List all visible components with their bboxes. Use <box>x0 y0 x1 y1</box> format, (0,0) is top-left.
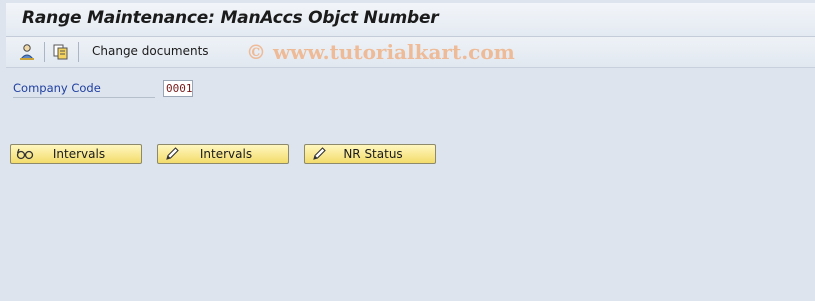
pencil-edit-icon <box>162 146 182 162</box>
pencil-edit-icon <box>309 146 329 162</box>
title-bar: Range Maintenance: ManAccs Objct Number <box>6 3 815 37</box>
person-icon-button[interactable] <box>16 41 38 63</box>
sap-window: Range Maintenance: ManAccs Objct Number … <box>0 0 815 301</box>
copy-icon <box>53 44 68 60</box>
company-code-label: Company Code <box>13 81 155 98</box>
toolbar-separator <box>44 42 45 62</box>
page-title: Range Maintenance: ManAccs Objct Number <box>22 8 439 28</box>
nr-status-button[interactable]: NR Status <box>304 144 436 164</box>
intervals-change-button[interactable]: Intervals <box>157 144 289 164</box>
main-content: Company Code 0001 Intervals Intervals NR… <box>6 68 815 301</box>
intervals-display-label: Intervals <box>52 147 106 161</box>
nr-status-label: NR Status <box>343 147 403 161</box>
copy-icon-button[interactable] <box>50 41 72 63</box>
toolbar-separator <box>78 42 79 62</box>
glasses-display-icon <box>15 146 35 162</box>
company-code-field[interactable]: 0001 <box>163 80 193 97</box>
watermark-text: © www.tutorialkart.com <box>246 40 515 64</box>
intervals-display-button[interactable]: Intervals <box>10 144 142 164</box>
change-documents-button[interactable]: Change documents <box>92 44 209 58</box>
intervals-change-label: Intervals <box>199 147 253 161</box>
person-icon <box>19 44 35 60</box>
